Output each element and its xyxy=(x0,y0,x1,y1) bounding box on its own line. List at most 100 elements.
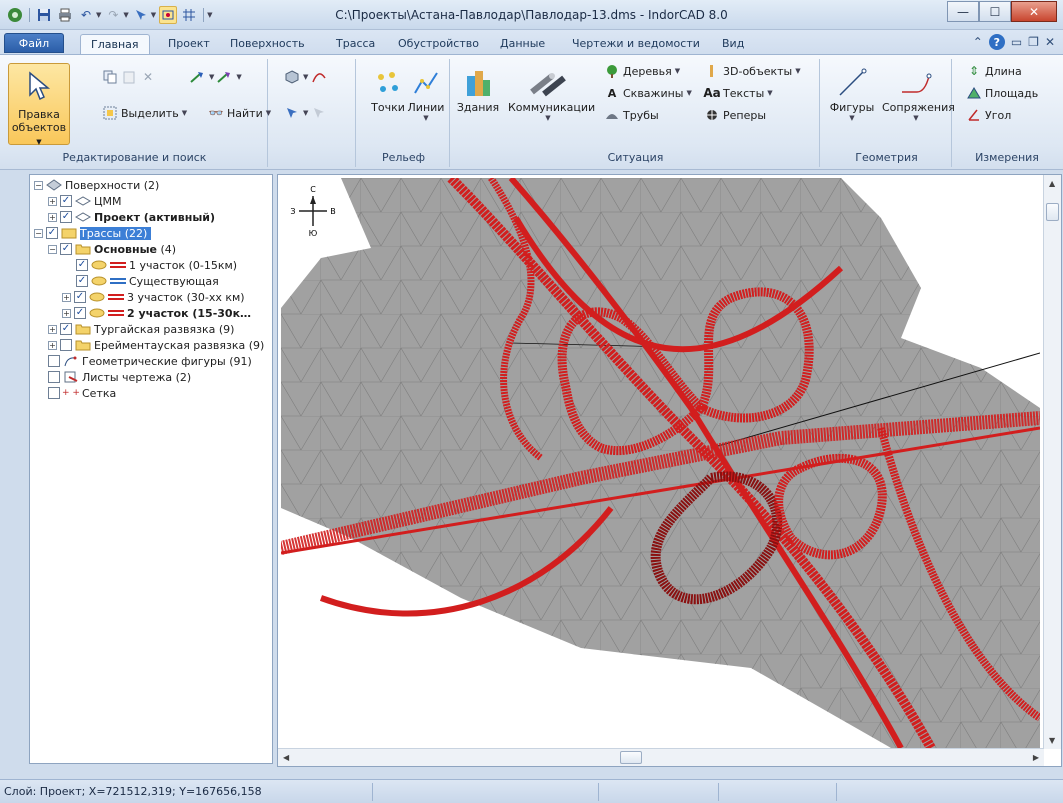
tree-item-dtm[interactable]: + ✓ ЦММ xyxy=(48,193,122,209)
doc-restore-icon[interactable]: ❐ xyxy=(1028,35,1039,49)
angle-button[interactable]: Угол xyxy=(966,105,1011,125)
close-button[interactable]: ✕ xyxy=(1011,1,1057,22)
figures-label: Фигуры xyxy=(829,101,875,114)
tree-item-main-folder[interactable]: − ✓ Основные (4) xyxy=(48,241,176,257)
tree-item-geometric-figures[interactable]: Геометрические фигуры (91) xyxy=(48,353,252,369)
doc-minimize-icon[interactable]: ▭ xyxy=(1011,35,1022,49)
tab-surface[interactable]: Поверхность xyxy=(220,34,315,54)
collapse-icon[interactable]: − xyxy=(48,244,57,254)
horizontal-scroll-thumb[interactable] xyxy=(620,751,642,764)
figures-icon xyxy=(826,65,878,101)
visibility-checkbox[interactable] xyxy=(48,387,60,399)
move-icon[interactable] xyxy=(190,69,206,85)
plan-view-canvas[interactable]: С Ю З В xyxy=(281,178,1040,748)
find-button[interactable]: 👓 Найти ▼ xyxy=(208,103,272,123)
visibility-checkbox[interactable]: ✓ xyxy=(60,243,72,255)
collapse-icon[interactable]: − xyxy=(34,180,43,190)
minimize-button[interactable]: — xyxy=(947,1,979,22)
copy-icon[interactable] xyxy=(102,69,118,85)
visibility-checkbox[interactable]: ✓ xyxy=(60,195,72,207)
tab-file[interactable]: Файл xyxy=(4,33,64,53)
edit-objects-label-1: Правка xyxy=(18,108,60,121)
wells-button[interactable]: А Скважины ▼ xyxy=(604,83,692,103)
delete-icon[interactable]: ✕ xyxy=(140,69,156,85)
tree-item-grid[interactable]: + + Сетка xyxy=(48,385,116,401)
maximize-button[interactable]: ☐ xyxy=(979,1,1011,22)
tree-item-route-1[interactable]: ✓ 1 участок (0-15км) xyxy=(76,257,237,273)
tree-item-surfaces[interactable]: − Поверхности (2) xyxy=(34,177,159,193)
rotate-icon[interactable] xyxy=(217,69,233,85)
tab-view[interactable]: Вид xyxy=(712,34,754,54)
expand-icon[interactable]: + xyxy=(62,308,71,318)
visibility-checkbox[interactable]: ✓ xyxy=(74,307,86,319)
ribbon-collapse-icon[interactable]: ⌃ xyxy=(973,35,983,49)
tab-drawings[interactable]: Чертежи и ведомости xyxy=(562,34,710,54)
tree-item-turgay-interchange[interactable]: + ✓ Тургайская развязка (9) xyxy=(48,321,234,337)
help-icon[interactable]: ? xyxy=(988,34,1005,50)
map-viewport[interactable]: С Ю З В ▲ ▼ ◀ ▶ xyxy=(277,174,1062,767)
communications-icon xyxy=(508,65,588,101)
length-button[interactable]: ⇕ Длина xyxy=(966,61,1022,81)
visibility-checkbox[interactable]: ✓ xyxy=(46,227,58,239)
texts-button[interactable]: Aa Тексты ▼ xyxy=(703,83,772,103)
cube-icon[interactable] xyxy=(284,69,300,85)
select-button[interactable]: Выделить ▼ xyxy=(102,103,187,123)
visibility-checkbox[interactable]: ✓ xyxy=(60,211,72,223)
visibility-checkbox[interactable] xyxy=(48,371,60,383)
figures-button[interactable]: Фигуры ▼ xyxy=(826,65,878,122)
expand-icon[interactable]: + xyxy=(48,212,57,222)
tree-item-existing[interactable]: ✓ Существующая xyxy=(76,273,219,289)
tab-data[interactable]: Данные xyxy=(490,34,555,54)
expand-icon[interactable]: + xyxy=(48,324,57,334)
visibility-checkbox[interactable]: ✓ xyxy=(76,259,88,271)
tab-home[interactable]: Главная xyxy=(80,34,150,54)
folder-icon xyxy=(75,243,91,255)
tree-item-project-active[interactable]: + ✓ Проект (активный) xyxy=(48,209,215,225)
expand-icon[interactable]: + xyxy=(48,340,57,350)
tree-item-route-2[interactable]: + ✓ 2 участок (15-30к… xyxy=(62,305,251,321)
area-button[interactable]: Площадь xyxy=(966,83,1038,103)
tab-furnishing[interactable]: Обустройство xyxy=(388,34,489,54)
paste-icon[interactable] xyxy=(121,69,137,85)
visibility-checkbox[interactable] xyxy=(60,339,72,351)
tree-item-route-3[interactable]: + ✓ 3 участок (30-хх км) xyxy=(62,289,245,305)
scroll-up-icon[interactable]: ▲ xyxy=(1049,179,1055,188)
curve-tool-icon[interactable] xyxy=(311,69,327,85)
expand-icon[interactable]: + xyxy=(48,196,57,206)
ribbon-right-controls: ⌃ ? ▭ ❐ ✕ xyxy=(973,34,1055,50)
node-pointer-icon[interactable] xyxy=(284,105,300,121)
vertical-scrollbar[interactable]: ▲ ▼ xyxy=(1043,175,1061,749)
tab-route[interactable]: Трасса xyxy=(326,34,385,54)
length-label: Длина xyxy=(985,64,1022,78)
ribbon-tabs: Файл Главная Проект Поверхность Трасса О… xyxy=(0,30,1063,54)
conjugations-button[interactable]: Сопряжения ▼ xyxy=(882,65,955,122)
vertical-scroll-thumb[interactable] xyxy=(1046,203,1059,221)
scroll-down-icon[interactable]: ▼ xyxy=(1049,736,1055,745)
tree-item-routes[interactable]: − ✓ Трассы (22) xyxy=(34,225,152,241)
lines-button[interactable]: Линии ▼ xyxy=(400,65,452,122)
node-pointer-disabled-icon[interactable] xyxy=(311,105,327,121)
visibility-checkbox[interactable]: ✓ xyxy=(74,291,86,303)
visibility-checkbox[interactable]: ✓ xyxy=(60,323,72,335)
visibility-checkbox[interactable] xyxy=(48,355,60,367)
visibility-checkbox[interactable]: ✓ xyxy=(76,275,88,287)
collapse-icon[interactable]: − xyxy=(34,228,43,238)
expand-icon[interactable]: + xyxy=(62,292,71,302)
tree-item-ereymentau-interchange[interactable]: + Ерейментауская развязка (9) xyxy=(48,337,264,353)
trees-button[interactable]: Деревья ▼ xyxy=(604,61,680,81)
communications-button[interactable]: Коммуникации ▼ xyxy=(508,65,595,122)
scroll-left-icon[interactable]: ◀ xyxy=(283,753,289,762)
tab-project[interactable]: Проект xyxy=(158,34,220,54)
benchmarks-button[interactable]: Реперы xyxy=(704,105,766,125)
objects3d-button[interactable]: 3D-объекты ▼ xyxy=(704,61,801,81)
scroll-right-icon[interactable]: ▶ xyxy=(1033,753,1039,762)
doc-close-icon[interactable]: ✕ xyxy=(1045,35,1055,49)
pipes-button[interactable]: Трубы xyxy=(604,105,659,125)
tree-item-drawing-sheets[interactable]: Листы чертежа (2) xyxy=(48,369,191,385)
tree-item-label: Листы чертежа (2) xyxy=(82,370,192,384)
horizontal-scrollbar[interactable]: ◀ ▶ xyxy=(278,748,1044,766)
project-tree: − Поверхности (2) + ✓ ЦММ + ✓ Проект (ак… xyxy=(29,174,273,764)
edit-objects-button[interactable]: Правка объектов ▼ xyxy=(8,63,70,146)
tree-item-count: (4) xyxy=(157,242,177,256)
buildings-button[interactable]: Здания xyxy=(452,65,504,114)
